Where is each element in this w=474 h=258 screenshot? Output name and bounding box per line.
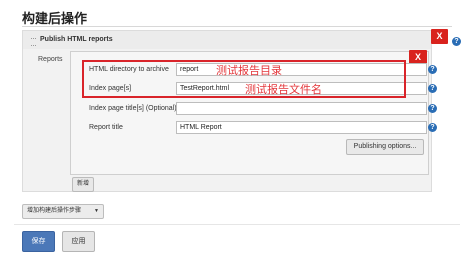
help-icon[interactable]: ? — [428, 123, 437, 132]
publishing-options-button[interactable]: Publishing options... — [346, 139, 424, 155]
reports-label: Reports — [38, 56, 63, 63]
add-post-build-label: 增加构建后操作步骤 — [27, 208, 82, 214]
close-icon: X — [414, 52, 421, 62]
highlight-annotation-box — [82, 60, 406, 98]
report-title-input[interactable]: HTML Report — [176, 121, 427, 134]
delete-report-button[interactable]: X — [409, 50, 427, 64]
title-divider — [22, 26, 452, 27]
close-icon: X — [436, 31, 443, 41]
add-report-button[interactable]: 新增 — [72, 177, 94, 192]
index-page-title-label: Index page title[s] (Optional) — [89, 105, 177, 112]
help-icon[interactable]: ? — [428, 84, 437, 93]
help-icon[interactable]: ? — [428, 104, 437, 113]
help-icon[interactable]: ? — [428, 65, 437, 74]
add-post-build-step-button[interactable]: 增加构建后操作步骤 ▼ — [22, 204, 104, 219]
drag-handle-icon[interactable] — [31, 38, 36, 46]
apply-button[interactable]: 应用 — [62, 231, 95, 252]
chevron-down-icon: ▼ — [94, 208, 99, 214]
save-button[interactable]: 保存 — [22, 231, 55, 252]
delete-step-button[interactable]: X — [431, 29, 448, 44]
report-title-label: Report title — [89, 124, 123, 131]
index-page-title-input[interactable] — [176, 102, 427, 115]
page-title: 构建后操作 — [22, 12, 88, 27]
help-icon[interactable]: ? — [452, 37, 461, 46]
step-title: Publish HTML reports — [40, 36, 113, 43]
